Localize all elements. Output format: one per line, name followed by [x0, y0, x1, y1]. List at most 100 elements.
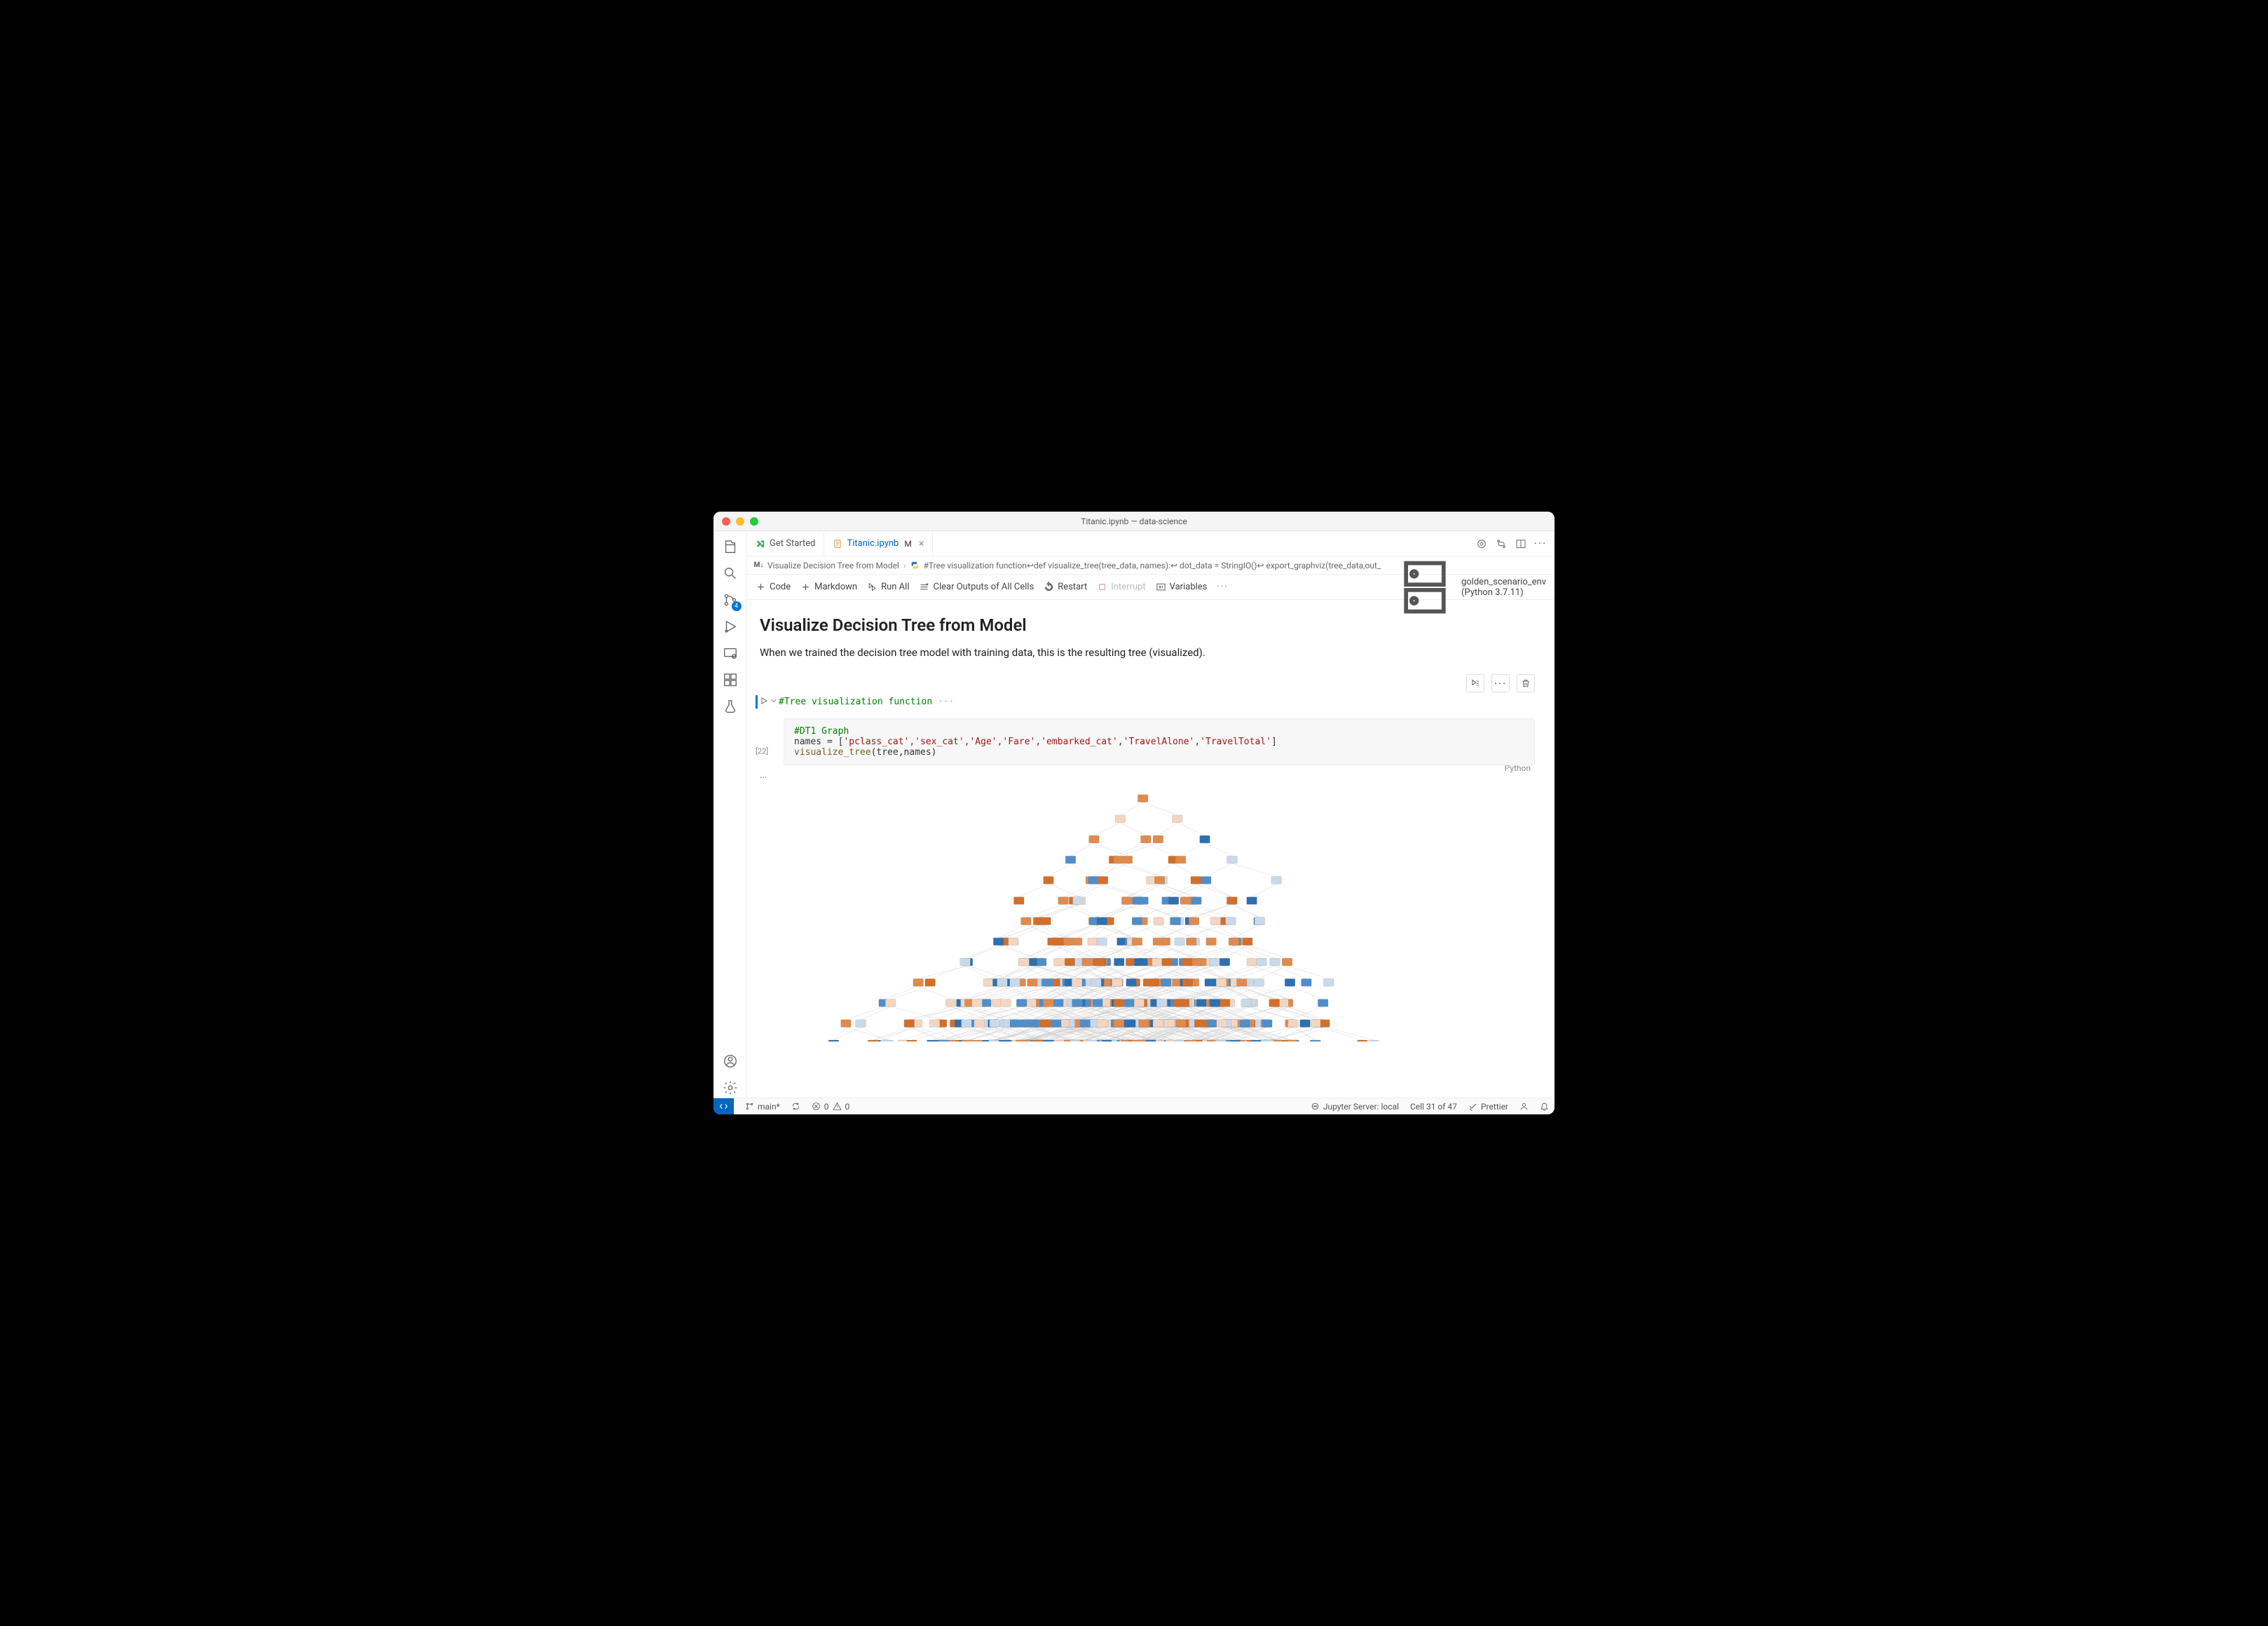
decision-tree-graphic	[784, 789, 1535, 1041]
remote-indicator[interactable]	[713, 1098, 734, 1114]
git-branch-status[interactable]: main*	[739, 1102, 786, 1112]
settings-gear-icon[interactable]	[720, 1078, 740, 1098]
collapsed-code-cell[interactable]: #Tree visualization function ···	[756, 695, 1535, 709]
feedback-icon	[1519, 1102, 1529, 1111]
remote-explorer-icon[interactable]	[720, 643, 740, 663]
prettier-status[interactable]: Prettier	[1463, 1102, 1514, 1112]
run-debug-icon[interactable]	[720, 617, 740, 636]
remote-icon	[719, 1102, 728, 1111]
sync-status[interactable]	[786, 1102, 806, 1111]
tab-titanic-notebook[interactable]: Titanic.ipynb M ×	[824, 531, 933, 556]
accounts-icon[interactable]	[720, 1051, 740, 1071]
explorer-icon[interactable]	[720, 537, 740, 556]
manage-kernels-icon[interactable]	[1476, 538, 1487, 549]
breadcrumb-section: Visualize Decision Tree from Model	[767, 561, 899, 571]
more-actions-icon[interactable]: ···	[1535, 538, 1546, 549]
branch-icon	[745, 1102, 754, 1111]
plus-icon	[756, 582, 766, 592]
editor-actions: ···	[1476, 531, 1555, 556]
run-all-button[interactable]: Run All	[867, 582, 909, 592]
code-line: names = ['pclass_cat','sex_cat','Age','F…	[794, 737, 1524, 747]
trash-icon	[1521, 678, 1531, 688]
delete-cell-button[interactable]	[1517, 674, 1535, 692]
kernel-label: golden_scenario_env (Python 3.7.11)	[1461, 577, 1546, 598]
search-icon[interactable]	[720, 563, 740, 583]
code-line: #DT1 Graph	[794, 726, 849, 737]
cell-pos-label: Cell 31 of 47	[1410, 1102, 1457, 1112]
run-by-line-button[interactable]	[1466, 674, 1484, 692]
split-editor-icon[interactable]	[1515, 538, 1526, 549]
btn-label: Markdown	[814, 582, 857, 592]
restart-icon	[1044, 582, 1054, 592]
btn-label: Clear Outputs of All Cells	[933, 582, 1034, 592]
restart-kernel-button[interactable]: Restart	[1044, 582, 1087, 592]
modified-indicator: M	[904, 539, 911, 549]
add-code-cell-button[interactable]: Code	[756, 582, 791, 592]
check-icon	[1468, 1102, 1477, 1111]
cell-toolbar: ···	[756, 671, 1535, 695]
bell-icon	[1540, 1102, 1549, 1111]
titlebar: Titanic.ipynb — data-science	[713, 512, 1555, 531]
vscode-logo-icon	[756, 539, 765, 549]
markdown-heading: Visualize Decision Tree from Model	[760, 615, 1535, 635]
add-markdown-cell-button[interactable]: Markdown	[800, 582, 857, 592]
editor-tabs: Get Started Titanic.ipynb M × ···	[747, 531, 1555, 556]
warning-icon	[833, 1102, 842, 1111]
markdown-icon: M↓	[754, 561, 763, 570]
status-bar: main* 0 0 Jupyter Server: local Cell 31 …	[713, 1098, 1555, 1114]
markdown-cell[interactable]: Visualize Decision Tree from Model When …	[756, 615, 1535, 659]
chevron-right-icon: ›	[903, 561, 906, 571]
run-cell-gutter[interactable]	[759, 695, 779, 705]
tab-label: Titanic.ipynb	[847, 538, 899, 549]
cell-output-tree-viz	[784, 789, 1535, 1044]
scm-badge: 4	[732, 601, 742, 611]
notebook-toolbar: Code Markdown Run All Clear Outputs of A…	[747, 575, 1555, 600]
tab-get-started[interactable]: Get Started	[747, 531, 824, 556]
collapsed-code-preview: #Tree visualization function ···	[779, 695, 1535, 709]
warning-count: 0	[845, 1102, 850, 1112]
close-tab-icon[interactable]: ×	[919, 538, 924, 549]
btn-label: Run All	[881, 582, 909, 592]
variables-button[interactable]: Variables	[1156, 582, 1208, 592]
extensions-icon[interactable]	[720, 670, 740, 690]
output-collapse-toggle[interactable]: ···	[756, 773, 1535, 784]
branch-name: main*	[758, 1102, 780, 1112]
error-icon	[812, 1102, 821, 1111]
markdown-paragraph: When we trained the decision tree model …	[760, 646, 1535, 659]
more-icon[interactable]: ···	[1217, 582, 1228, 592]
btn-label: Code	[770, 582, 791, 592]
jupyter-server-status[interactable]: Jupyter Server: local	[1305, 1102, 1405, 1112]
stop-icon	[1097, 582, 1107, 592]
editor-area: Get Started Titanic.ipynb M × ··· M↓	[747, 531, 1555, 1098]
clear-outputs-button[interactable]: Clear Outputs of All Cells	[919, 582, 1034, 592]
problems-status[interactable]: 0 0	[806, 1102, 856, 1112]
source-control-icon[interactable]: 4	[720, 590, 740, 610]
feedback-status[interactable]	[1514, 1102, 1534, 1111]
interrupt-kernel-button[interactable]: Interrupt	[1097, 582, 1145, 592]
window-title: Titanic.ipynb — data-science	[713, 517, 1555, 526]
notebook-file-icon	[833, 539, 842, 549]
testing-icon[interactable]	[720, 697, 740, 716]
compare-changes-icon[interactable]	[1496, 538, 1507, 549]
workbench-body: 4	[713, 531, 1555, 1098]
cell-position-status[interactable]: Cell 31 of 47	[1405, 1102, 1463, 1112]
clear-icon	[919, 582, 929, 592]
breadcrumb-detail: #Tree visualization function↩def visuali…	[924, 561, 1381, 571]
vscode-window: Titanic.ipynb — data-science 4	[713, 512, 1555, 1114]
btn-label: Restart	[1058, 582, 1087, 592]
notifications-status[interactable]	[1534, 1102, 1555, 1111]
error-count: 0	[824, 1102, 829, 1112]
btn-label: Interrupt	[1111, 582, 1145, 592]
activity-bar: 4	[713, 531, 747, 1098]
notebook-scroll[interactable]: Visualize Decision Tree from Model When …	[747, 600, 1555, 1098]
plus-icon	[800, 582, 811, 592]
tab-label: Get Started	[770, 538, 815, 549]
run-line-icon	[1470, 678, 1480, 688]
cell-more-button[interactable]: ···	[1491, 674, 1510, 692]
jupyter-label: Jupyter Server: local	[1323, 1102, 1399, 1112]
execution-count: [22]	[756, 747, 1535, 756]
btn-label: Variables	[1170, 582, 1208, 592]
code-cell[interactable]: #DT1 Graph names = ['pclass_cat','sex_ca…	[784, 718, 1535, 765]
python-icon	[910, 561, 920, 570]
prettier-label: Prettier	[1481, 1102, 1508, 1112]
